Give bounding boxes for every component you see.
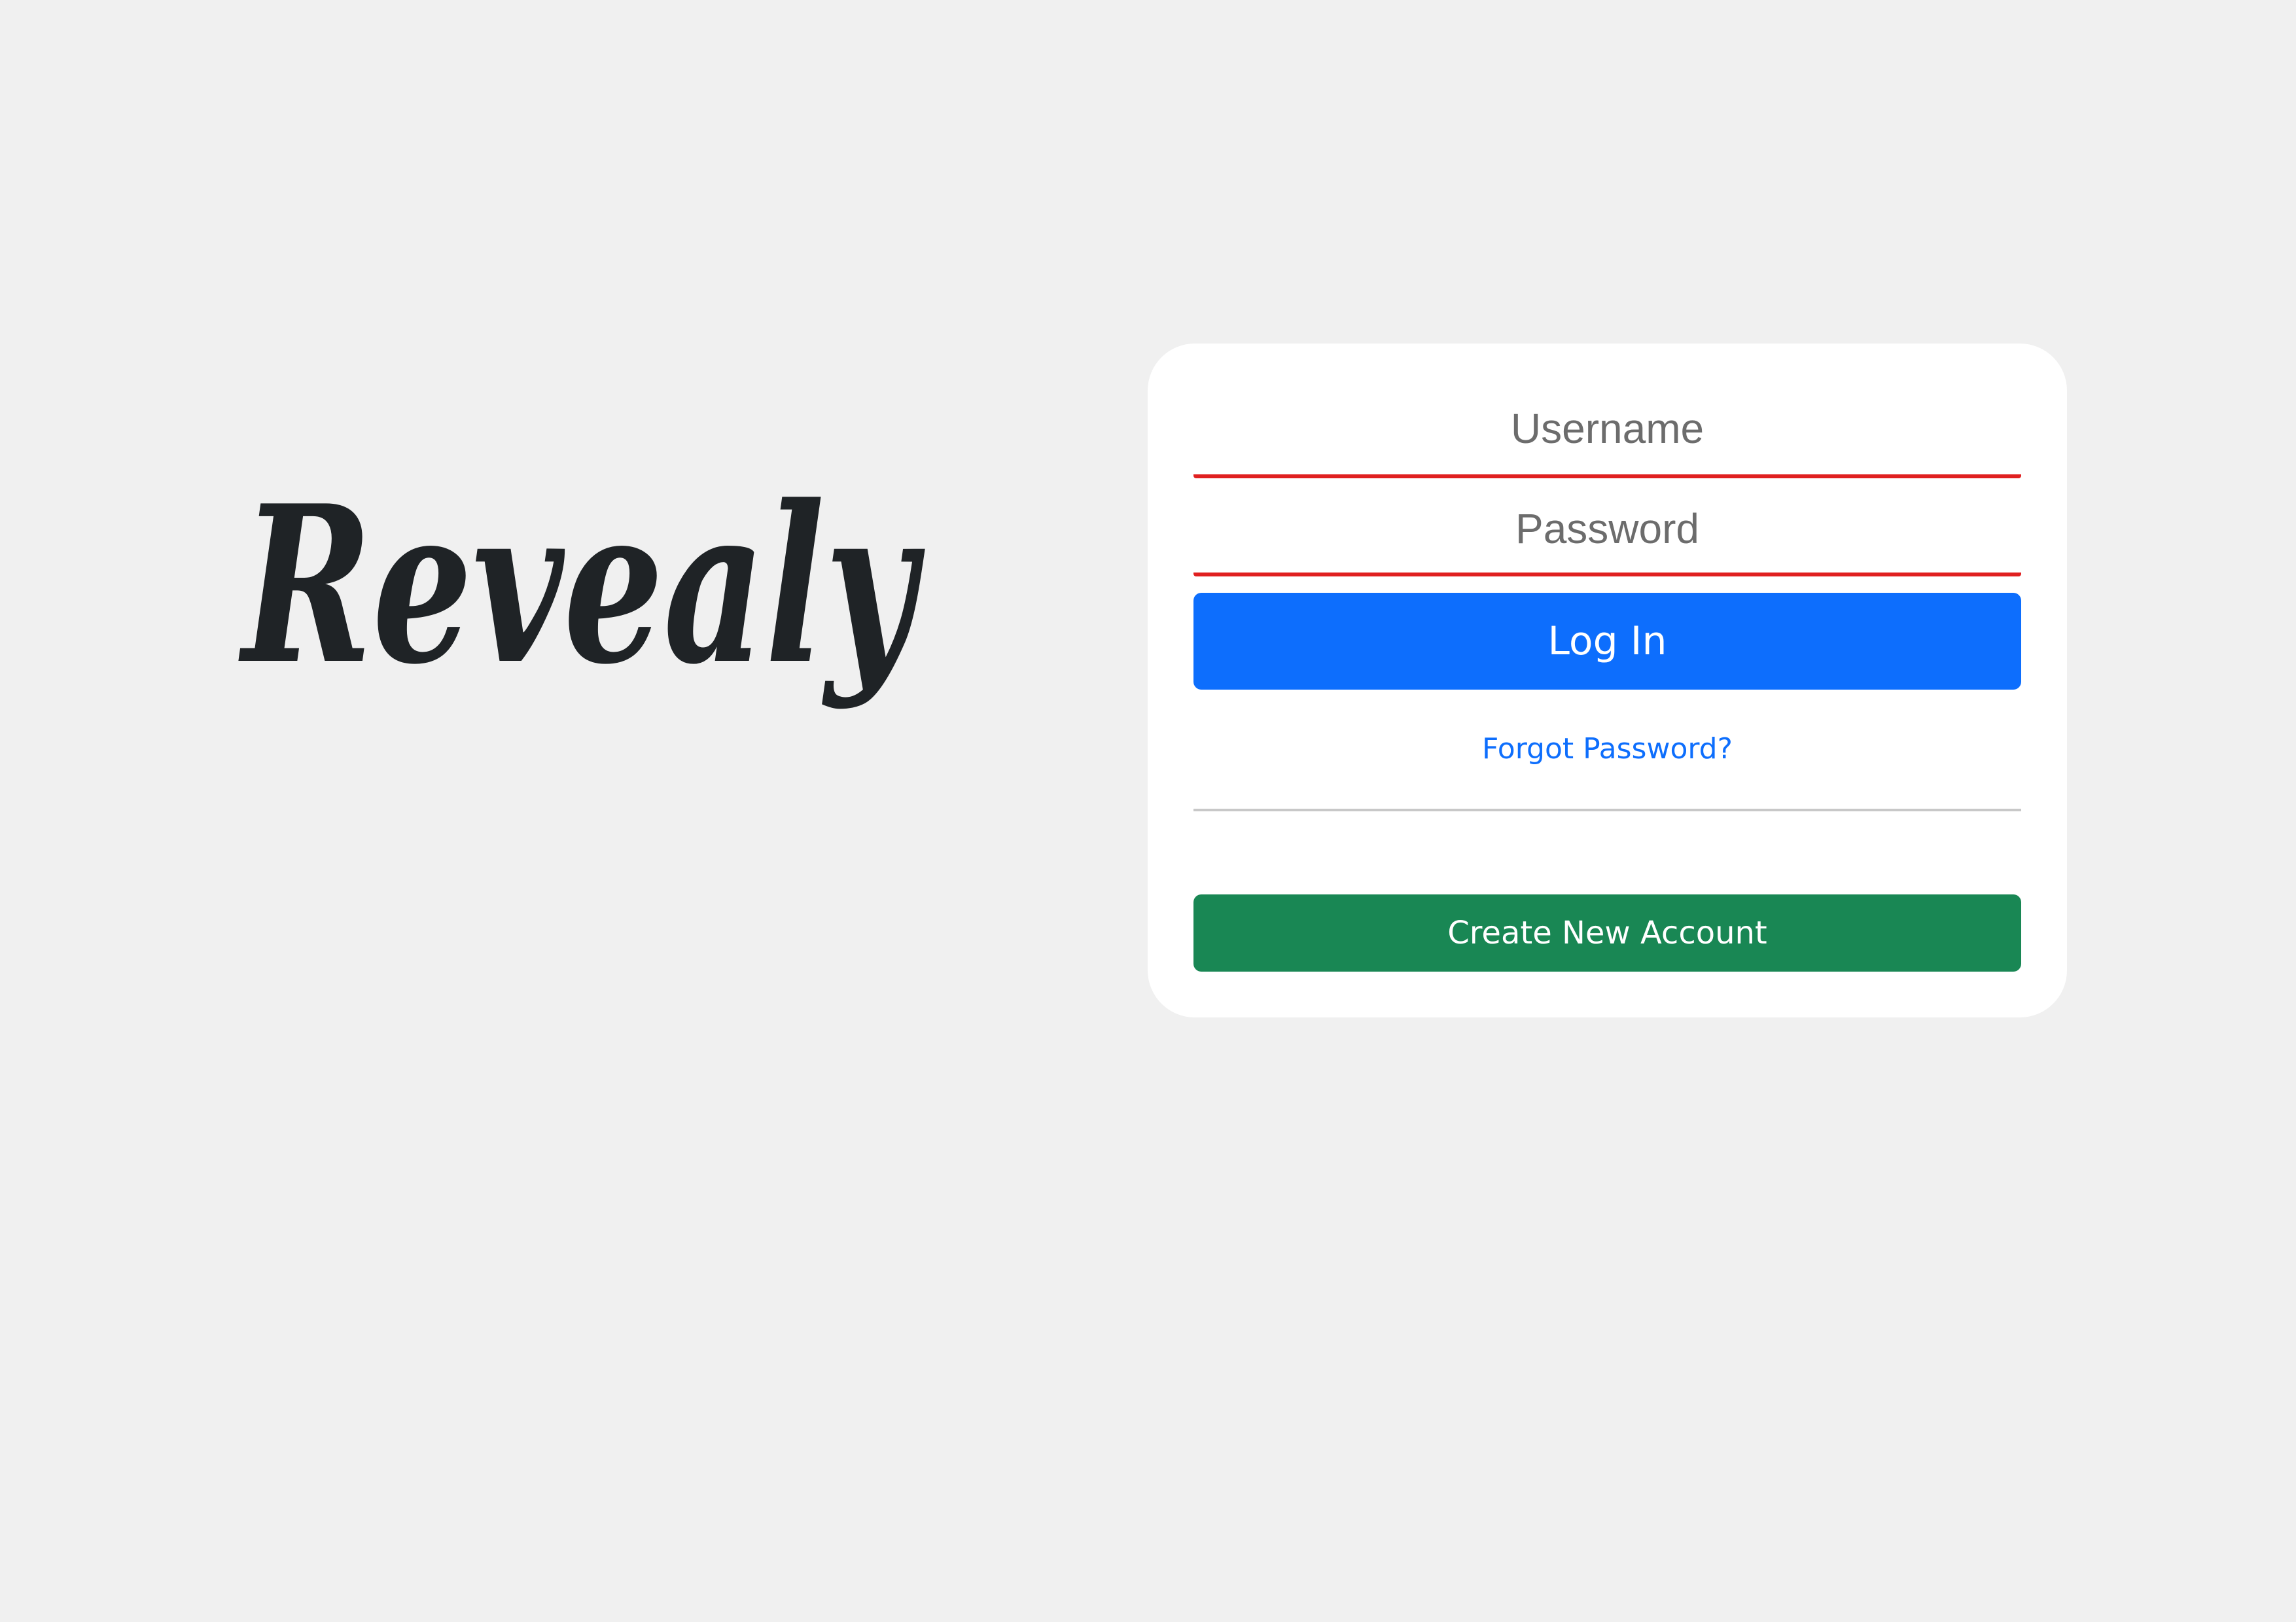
username-input[interactable] (1193, 344, 2021, 478)
login-button[interactable]: Log In (1193, 593, 2021, 690)
brand-logo: Revealy (236, 445, 929, 785)
forgot-password-link[interactable]: Forgot Password? (1193, 726, 2021, 772)
login-card: Log In Forgot Password? Create New Accou… (1148, 344, 2067, 1017)
svg-text:Revealy: Revealy (238, 458, 926, 712)
logo-image: Revealy (238, 458, 926, 712)
password-input[interactable] (1193, 485, 2021, 576)
divider (1193, 809, 2021, 811)
create-account-button[interactable]: Create New Account (1193, 894, 2021, 972)
login-page: Revealy Log In Forgot Password? Create N… (0, 0, 2296, 1622)
